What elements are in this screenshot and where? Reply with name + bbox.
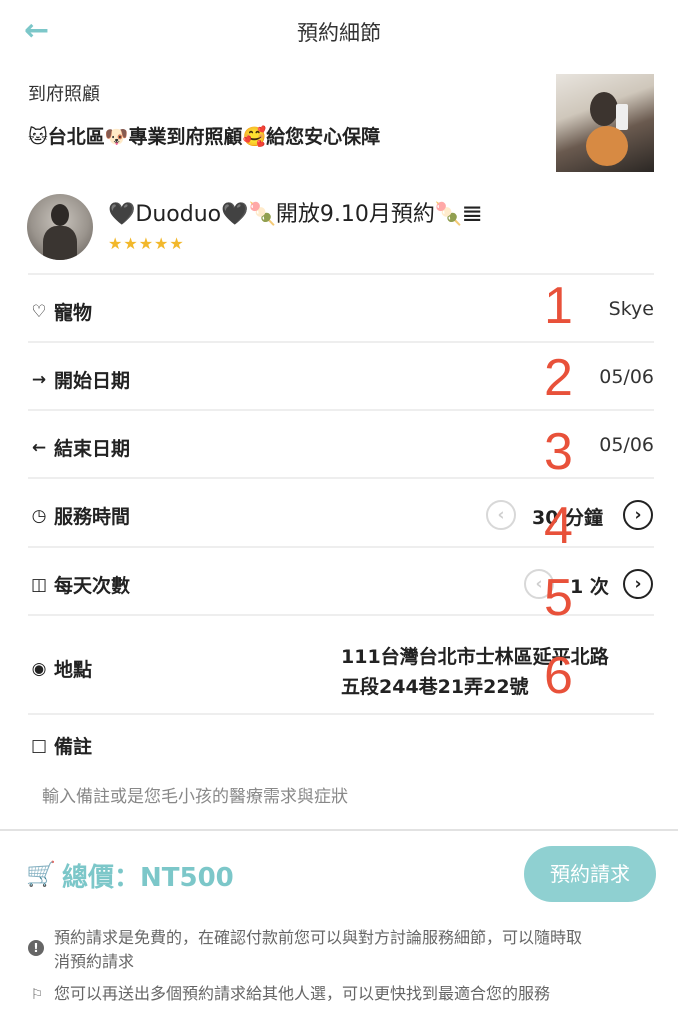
start-date-value[interactable]: 05/06 (599, 366, 654, 388)
pet-value[interactable]: Skye (609, 298, 654, 320)
frequency-value: 1 次 (570, 576, 609, 598)
row-start-date-label: → 開始日期 (28, 366, 130, 393)
annotation-1: 1 (544, 277, 573, 335)
row-end-date-label: ← 結束日期 (28, 434, 130, 461)
clock-icon: ◷ (31, 505, 47, 526)
avatar[interactable] (27, 194, 93, 260)
frequency-increase-button[interactable]: › (623, 569, 653, 599)
arrow-left-icon: ← (31, 437, 47, 458)
row-frequency-label: ◫ 每天次數 (28, 571, 130, 598)
footer-divider (0, 829, 678, 831)
row-duration-label: ◷ 服務時間 (28, 502, 130, 529)
cart-icon: 🛒 (26, 860, 56, 888)
info-icon: ! (28, 940, 44, 956)
tip-free-request: 預約請求是免費的，在確認付款前您可以與對方討論服務細節，可以隨時取 消預約請求 (54, 928, 583, 971)
heart-icon: ♡ (31, 301, 47, 322)
annotation-5: 5 (544, 569, 573, 627)
total-price: 總價：NT500 (62, 863, 234, 893)
duration-decrease-button[interactable]: ‹ (486, 500, 516, 530)
row-pet-label: ♡ 寵物 (28, 298, 92, 325)
divider (28, 409, 654, 411)
flag-icon: ⚐ (30, 987, 44, 1003)
service-type-label: 到府照顧 (28, 84, 100, 105)
divider (28, 341, 654, 343)
request-button[interactable]: 預約請求 (524, 846, 656, 902)
notes-input[interactable]: 輸入備註或是您毛小孩的醫療需求與症狀 (42, 782, 348, 807)
service-title: 🐱台北區🐶專業到府照顧🥰給您安心保障 (28, 126, 381, 148)
map-pin-icon: ◉ (31, 658, 47, 679)
annotation-4: 4 (544, 497, 573, 555)
row-location-label: ◉ 地點 (28, 655, 92, 682)
sitter-name[interactable]: 🖤Duoduo🖤🍡開放9.10月預約🍡𝌆 (108, 196, 482, 228)
annotation-6: 6 (544, 647, 573, 705)
duration-increase-button[interactable]: › (623, 500, 653, 530)
page-title: 預約細節 (297, 21, 381, 45)
top-bar: ← 預約細節 (0, 0, 678, 62)
note-icon: □ (30, 735, 48, 756)
divider (28, 273, 654, 275)
rating-stars: ★★★★★ (108, 234, 185, 253)
annotation-3: 3 (544, 423, 573, 481)
tip-multiple-requests: 您可以再送出多個預約請求給其他人選，可以更快找到最適合您的服務 (54, 984, 551, 1003)
divider (28, 713, 654, 715)
annotation-2: 2 (544, 349, 573, 407)
service-photo (556, 74, 654, 172)
row-notes-label: □ 備註 (28, 732, 92, 759)
location-value[interactable]: 111台灣台北市士林區延平北路 五段244巷21弄22號 (341, 642, 641, 702)
calendar-icon: ◫ (30, 574, 48, 595)
end-date-value[interactable]: 05/06 (599, 434, 654, 456)
arrow-right-icon: → (31, 369, 47, 390)
